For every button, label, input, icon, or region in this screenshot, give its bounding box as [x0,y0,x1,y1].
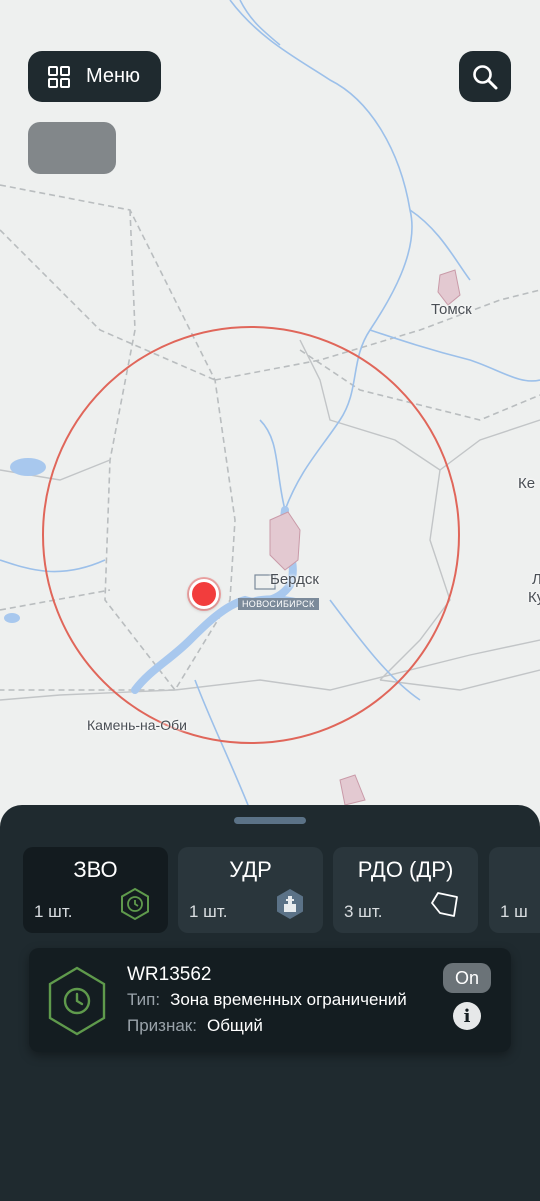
category-tab-partial[interactable]: 1 ш [489,847,540,933]
category-tab-udr[interactable]: УДР 1 шт. [178,847,323,933]
zone-type-label: Тип: [127,990,161,1009]
zone-type-row: Тип: Зона временных ограничений [127,990,407,1010]
menu-button[interactable]: Меню [28,51,161,102]
map-label-tomsk: Томск [431,301,472,318]
map-label-edge-1: Ке [518,475,536,492]
bottom-sheet: ЗВО 1 шт. УДР 1 шт. РДО (ДР) 3 шт. 1 ш W… [0,805,540,1201]
category-count: 3 шт. [344,902,383,921]
zone-sign-label: Признак: [127,1016,197,1035]
zone-card[interactable]: WR13562 Тип: Зона временных ограничений П… [29,948,511,1052]
clock-hex-icon [48,966,106,1036]
zone-sign-value: Общий [206,1016,263,1035]
clock-hex-icon [121,887,149,921]
category-name: РДО (ДР) [357,857,454,882]
location-marker[interactable] [189,579,219,609]
category-name: ЗВО [73,857,118,882]
zone-toggle[interactable]: On [443,963,491,993]
search-button[interactable] [459,51,511,102]
zone-code: WR13562 [127,964,212,985]
search-icon [473,64,498,89]
category-tab-rdo[interactable]: РДО (ДР) 3 шт. [333,847,478,933]
category-count: 1 шт. [189,902,228,921]
zone-sign-row: Признак: Общий [127,1016,263,1036]
zone-type-value: Зона временных ограничений [170,990,407,1009]
category-count: 1 ш [500,902,528,921]
category-tabs: ЗВО 1 шт. УДР 1 шт. РДО (ДР) 3 шт. 1 ш [23,847,540,933]
tower-shield-icon [277,889,303,919]
map-label-berdsk: Бердск [270,571,319,588]
category-tab-zvo[interactable]: ЗВО 1 шт. [23,847,168,933]
blurred-control[interactable] [28,122,116,174]
map-label-edge-3: Ку [528,589,540,606]
map-label-edge-2: Л [532,571,540,588]
sheet-drag-handle[interactable] [234,817,306,824]
grid-icon [48,65,70,88]
info-icon[interactable]: i [453,1002,481,1030]
map-label-novosibirsk: НОВОСИБИРСК [238,598,319,610]
polygon-icon [431,892,458,917]
menu-label: Меню [86,65,141,87]
category-count: 1 шт. [34,902,73,921]
map-label-kamen: Камень-на-Оби [87,717,187,733]
category-name: УДР [229,857,272,882]
